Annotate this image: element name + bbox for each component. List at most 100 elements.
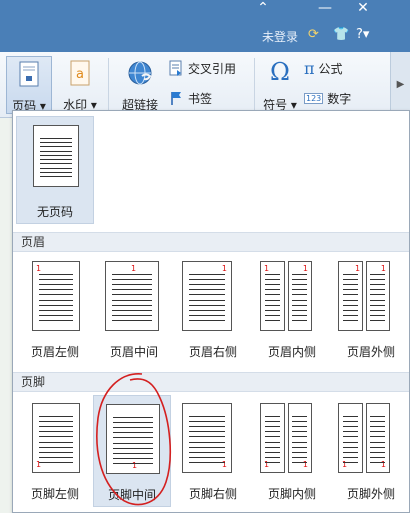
text-line — [39, 279, 73, 281]
text-line — [265, 279, 280, 281]
text-line — [343, 299, 358, 301]
text-line — [189, 421, 225, 423]
formula-button[interactable]: π 公式 — [304, 58, 343, 78]
text-line — [265, 431, 280, 433]
text-line — [189, 451, 225, 453]
text-line — [292, 431, 307, 433]
watermark-button[interactable]: a 水印 ▾ — [58, 56, 102, 114]
collapse-ribbon-button[interactable]: ⌃ — [248, 0, 278, 18]
text-line — [113, 437, 153, 439]
text-line — [343, 284, 358, 286]
text-line — [265, 421, 280, 423]
text-line — [343, 441, 358, 443]
text-line — [112, 309, 152, 311]
text-line — [189, 304, 225, 306]
text-line — [189, 279, 225, 281]
header-left-option[interactable]: 1 页眉左侧 — [16, 253, 94, 365]
text-line — [113, 432, 153, 434]
footer-center-option[interactable]: 1 页脚中间 — [93, 395, 171, 507]
footer-section-title: 页脚 — [13, 372, 409, 392]
page-thumbnail: 1 — [182, 403, 232, 473]
footer-right-option[interactable]: 1 页脚右侧 — [174, 395, 252, 507]
text-line — [189, 289, 225, 291]
pi-icon: π — [304, 58, 315, 78]
text-line — [265, 299, 280, 301]
skin-icon[interactable]: 👕 — [333, 27, 349, 42]
text-line — [343, 279, 358, 281]
page-thumbnail: 1 — [32, 261, 80, 331]
text-line — [39, 299, 73, 301]
text-line — [265, 451, 280, 453]
text-line — [39, 304, 73, 306]
text-line — [343, 304, 358, 306]
text-line — [292, 421, 307, 423]
text-line — [265, 274, 280, 275]
text-line — [189, 416, 225, 417]
text-line — [265, 436, 280, 438]
symbol-button[interactable]: Ω 符号 ▾ — [258, 56, 302, 114]
hyperlink-button[interactable]: 超链接 — [116, 56, 164, 114]
text-line — [39, 462, 73, 463]
text-line — [370, 456, 385, 458]
text-line — [113, 417, 153, 418]
login-status[interactable]: 未登录 — [262, 28, 298, 45]
no-page-number-option[interactable]: 无页码 — [16, 116, 94, 224]
footer-inside-option[interactable]: 1 1 页脚内侧 — [253, 395, 331, 507]
ribbon-scroll-right-button[interactable]: ▶ — [390, 52, 410, 118]
bookmark-button[interactable]: 书签 — [168, 88, 212, 108]
text-line — [343, 320, 358, 321]
close-button[interactable]: ✕ — [348, 0, 378, 18]
text-line — [265, 309, 280, 311]
text-line — [343, 314, 358, 316]
footer-outside-option[interactable]: 1 1 页脚外侧 — [332, 395, 410, 507]
minimize-button[interactable]: — — [310, 0, 340, 18]
text-line — [40, 171, 72, 173]
text-line — [370, 299, 385, 301]
text-line — [370, 309, 385, 311]
footer-left-option[interactable]: 1 页脚左侧 — [16, 395, 94, 507]
text-line — [370, 314, 385, 316]
page-number-button[interactable]: 页码 ▾ — [6, 56, 52, 114]
text-line — [39, 431, 73, 433]
text-line — [189, 441, 225, 443]
header-right-label: 页眉右侧 — [188, 345, 237, 359]
text-line — [39, 426, 73, 428]
text-line — [370, 421, 385, 423]
cross-reference-button[interactable]: 交叉引用 — [168, 58, 236, 78]
text-line — [39, 451, 73, 453]
sync-icon[interactable]: ⟳ — [308, 27, 319, 42]
text-line — [370, 436, 385, 438]
text-line — [343, 431, 358, 433]
header-inside-option[interactable]: 1 1 页眉内侧 — [253, 253, 331, 365]
number-label: 数字 — [327, 91, 352, 106]
no-page-number-label: 无页码 — [36, 205, 73, 219]
text-line — [189, 294, 225, 296]
text-line — [343, 446, 358, 448]
footer-center-label: 页脚中间 — [107, 488, 156, 502]
header-center-option[interactable]: 1 页眉中间 — [95, 253, 173, 365]
text-line — [39, 320, 73, 321]
page-thumbnail: 1 — [106, 404, 160, 474]
header-right-option[interactable]: 1 页眉右侧 — [174, 253, 252, 365]
text-line — [112, 320, 152, 321]
page-thumbnail — [33, 125, 79, 187]
text-line — [39, 446, 73, 448]
header-outside-option[interactable]: 1 1 页眉外侧 — [332, 253, 410, 365]
text-line — [265, 294, 280, 296]
page-number-dropdown: 无页码 页眉 1 页眉左侧 1 页眉中间 1 页眉右侧 1 1 页眉内侧 1 1 — [12, 110, 410, 513]
help-icon[interactable]: ?▾ — [356, 27, 369, 42]
number-button[interactable]: 123 数字 — [304, 88, 351, 108]
text-line — [189, 320, 225, 321]
watermark-icon: a — [70, 60, 90, 86]
ribbon-toolbar: 页码 ▾ a 水印 ▾ 超链接 交叉引用 书签 Ω 符号 ▾ π 公式 123 … — [0, 52, 410, 118]
text-line — [40, 167, 72, 169]
text-line — [292, 462, 307, 463]
text-line — [40, 154, 72, 156]
text-line — [292, 279, 307, 281]
text-line — [39, 309, 73, 311]
text-line — [292, 456, 307, 458]
formula-label: 公式 — [318, 61, 343, 76]
header-section-title: 页眉 — [13, 232, 409, 252]
ribbon-separator — [108, 58, 109, 112]
footer-right-label: 页脚右侧 — [188, 487, 237, 501]
